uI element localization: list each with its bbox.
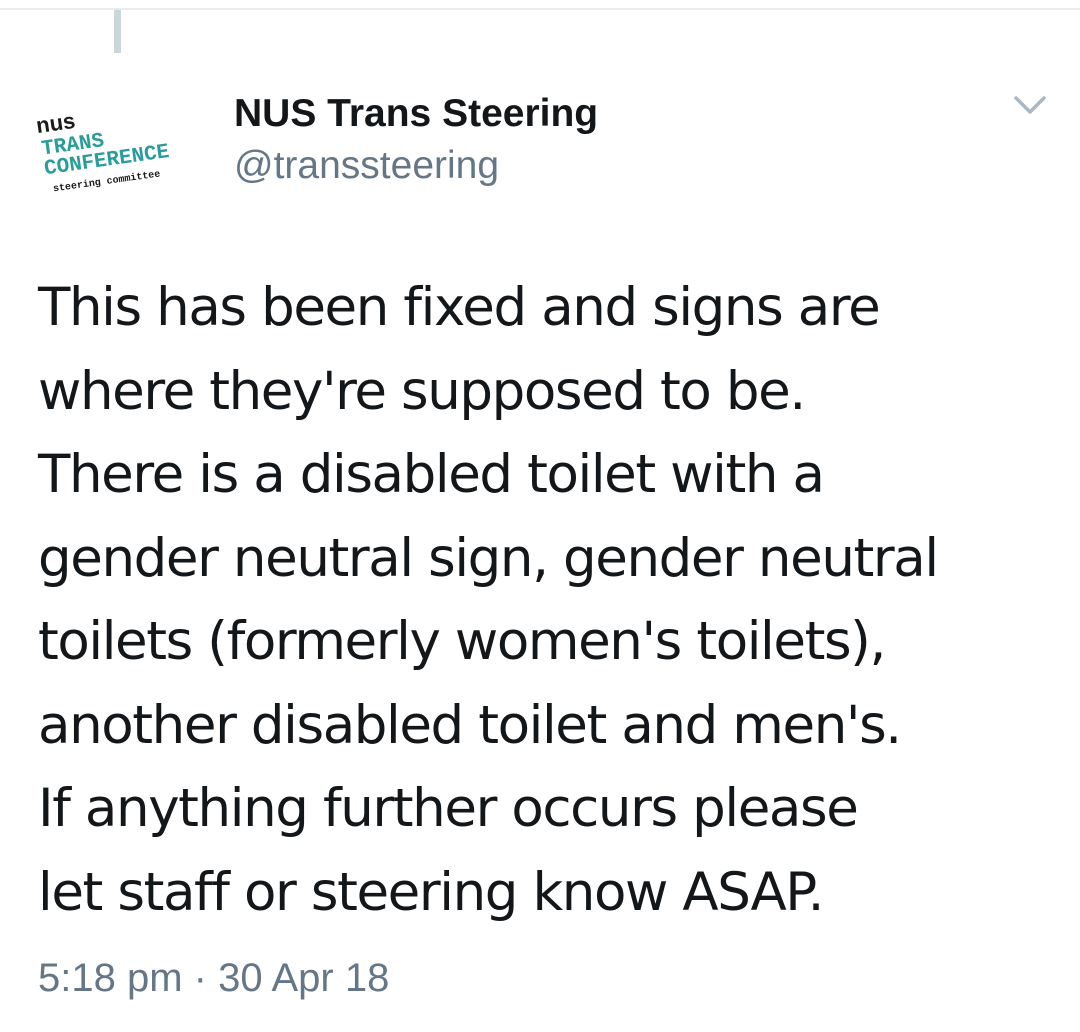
avatar-logo: nus TRANS CONFERENCE steering committee xyxy=(34,108,170,196)
tweet-text-line: This has been fixed and signs are xyxy=(38,277,881,338)
tweet-header: NUS Trans Steering @transsteering xyxy=(234,88,598,192)
tweet-text-line: toilets (formerly women's toilets), xyxy=(38,611,886,672)
tweet-text-line: let staff or steering know ASAP. xyxy=(38,861,824,923)
user-handle[interactable]: @transsteering xyxy=(234,140,598,192)
tweet-text: This has been fixed and signs are where … xyxy=(38,266,1068,934)
display-name[interactable]: NUS Trans Steering xyxy=(234,88,598,140)
tweet-text-line: another disabled toilet and men's. xyxy=(38,694,902,756)
chevron-down-icon[interactable] xyxy=(1010,90,1050,120)
tweet-timestamp[interactable]: 5:18 pm · 30 Apr 18 xyxy=(38,950,389,1006)
top-divider xyxy=(0,0,1080,10)
tweet-text-line: gender neutral sign, gender neutral xyxy=(38,527,939,589)
tweet-text-line: where they're supposed to be. xyxy=(38,360,806,422)
tweet-text-line: There is a disabled toilet with a xyxy=(38,444,825,505)
avatar[interactable]: nus TRANS CONFERENCE steering committee xyxy=(28,92,208,202)
thread-connector-line xyxy=(114,10,121,53)
tweet-text-line: If anything further occurs please xyxy=(38,778,859,839)
